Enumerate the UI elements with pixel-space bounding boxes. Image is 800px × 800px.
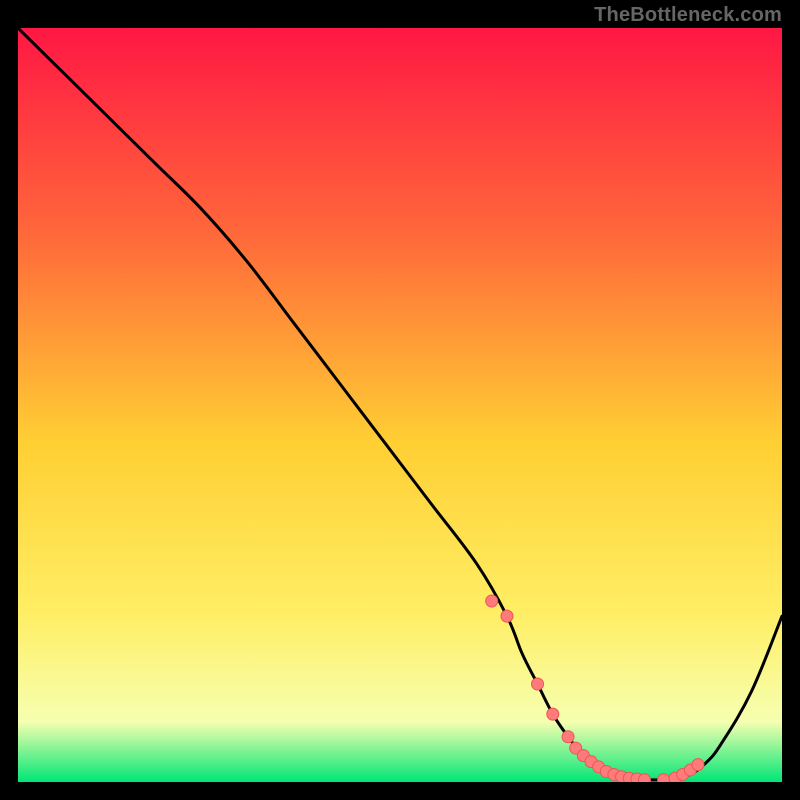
data-point-marker bbox=[486, 595, 498, 607]
chart-svg bbox=[18, 28, 782, 782]
data-point-marker bbox=[532, 678, 544, 690]
data-point-marker bbox=[658, 774, 670, 782]
plot-area bbox=[18, 28, 782, 782]
data-point-marker bbox=[547, 708, 559, 720]
data-point-marker bbox=[562, 731, 574, 743]
watermark-text: TheBottleneck.com bbox=[594, 4, 782, 27]
data-point-marker bbox=[638, 774, 650, 782]
data-point-marker bbox=[501, 610, 513, 622]
chart-frame: TheBottleneck.com bbox=[0, 0, 800, 800]
data-point-marker bbox=[692, 759, 704, 771]
